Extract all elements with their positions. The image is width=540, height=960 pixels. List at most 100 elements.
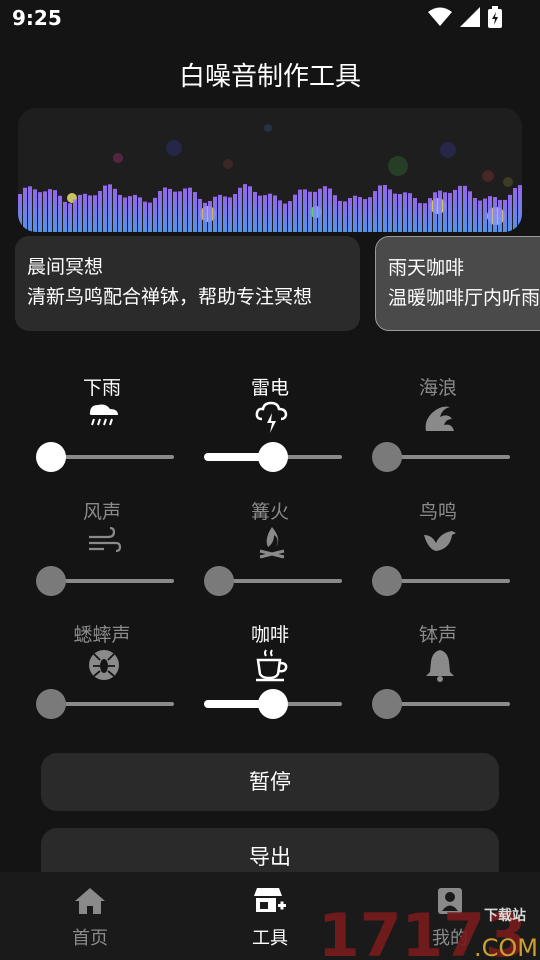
visualizer-bar <box>463 185 467 232</box>
preset-description: 清新鸟鸣配合禅钵，帮助专注冥想 <box>27 286 313 308</box>
visualizer-bar <box>148 202 152 232</box>
volume-slider[interactable] <box>36 565 174 597</box>
visualizer-bar <box>118 194 122 232</box>
slider-track <box>50 579 174 583</box>
visualizer-bar <box>183 188 187 232</box>
sound-label: 下雨 <box>82 377 121 399</box>
visualizer-bar <box>513 188 517 232</box>
pause-button[interactable]: 暂停 <box>41 753 499 811</box>
visualizer-bar <box>48 189 52 232</box>
volume-slider[interactable] <box>372 441 510 473</box>
visualizer-bar <box>308 191 312 232</box>
visualizer-bar <box>108 184 112 232</box>
wifi-icon <box>428 7 452 26</box>
slider-thumb[interactable] <box>36 566 66 596</box>
page-title: 白噪音制作工具 <box>178 62 361 92</box>
visualizer-bar <box>423 203 427 232</box>
nav-tools-label: 工具 <box>252 928 288 949</box>
slider-track <box>50 455 174 459</box>
visualizer-bar <box>373 191 377 232</box>
visualizer-bar <box>388 189 392 232</box>
visualizer-bar <box>168 188 172 232</box>
sound-tile-3: 海浪 <box>348 373 528 483</box>
nav-tools[interactable]: 工具 <box>210 886 330 950</box>
preset-card-morning-meditation[interactable]: 晨间冥想 清新鸟鸣配合禅钵，帮助专注冥想 <box>15 236 360 331</box>
visualizer-bar <box>478 200 482 232</box>
thunder-icon <box>255 401 288 433</box>
visualizer-bar <box>248 186 252 232</box>
wind-icon <box>89 526 122 553</box>
home-icon <box>75 888 105 914</box>
visualizer-bar <box>163 187 167 232</box>
visualizer-bar <box>253 191 257 232</box>
visualizer-bar <box>103 185 107 232</box>
visualizer-bar <box>188 187 192 232</box>
wave-icon <box>425 406 454 431</box>
visualizer-bar <box>213 196 217 232</box>
slider-track <box>386 579 510 583</box>
volume-slider[interactable] <box>372 565 510 597</box>
visualizer-bar <box>263 195 267 232</box>
visualizer-bar <box>53 190 57 232</box>
slider-thumb[interactable] <box>36 689 66 719</box>
visualizer-bar <box>468 191 472 232</box>
bell-icon <box>426 650 454 682</box>
visualizer-bar <box>58 195 62 232</box>
cricket-icon <box>89 650 119 680</box>
visualizer-bar <box>403 192 407 232</box>
visualizer-particle <box>440 142 456 158</box>
nav-home[interactable]: 首页 <box>30 886 150 950</box>
volume-slider[interactable] <box>204 441 342 473</box>
rain-icon <box>89 404 118 426</box>
nav-home-label: 首页 <box>72 928 108 949</box>
volume-slider[interactable] <box>204 688 342 720</box>
slider-thumb[interactable] <box>36 442 66 472</box>
visualizer-particle <box>223 159 233 169</box>
preset-description: 温暖咖啡厅内听雨 <box>388 287 540 309</box>
volume-slider[interactable] <box>372 688 510 720</box>
visualizer-particle <box>503 177 513 187</box>
visualizer-bar <box>203 202 207 232</box>
visualizer-bar <box>233 194 237 232</box>
visualizer-bar <box>508 194 512 232</box>
volume-slider[interactable] <box>36 688 174 720</box>
preset-title: 雨天咖啡 <box>388 257 465 279</box>
slider-track <box>218 579 342 583</box>
visualizer-bar <box>243 184 247 232</box>
slider-thumb[interactable] <box>372 566 402 596</box>
visualizer-bar <box>123 197 127 232</box>
visualizer-bar <box>398 194 402 232</box>
sound-tile-6: 鸟鸣 <box>348 497 528 607</box>
watermark-domain: .COM <box>474 934 538 960</box>
visualizer-bar <box>143 201 147 232</box>
visualizer-bar <box>288 201 292 232</box>
slider-thumb[interactable] <box>258 442 288 472</box>
slider-track <box>386 702 510 706</box>
volume-slider[interactable] <box>204 565 342 597</box>
visualizer-bar <box>493 197 497 232</box>
slider-thumb[interactable] <box>258 689 288 719</box>
visualizer-bar <box>78 194 82 232</box>
visualizer-bar <box>313 191 317 232</box>
visualizer-bar <box>438 190 442 232</box>
sound-tile-2: 雷电 <box>180 373 360 483</box>
visualizer-bar <box>158 190 162 232</box>
fire-icon <box>259 527 285 559</box>
slider-thumb[interactable] <box>372 442 402 472</box>
visualizer-bar <box>418 203 422 232</box>
visualizer-bar <box>98 190 102 232</box>
visualizer-bar <box>503 199 507 232</box>
sound-label: 风声 <box>82 501 121 523</box>
visualizer-bar <box>483 198 487 232</box>
slider-thumb[interactable] <box>372 689 402 719</box>
visualizer-bar <box>453 189 457 232</box>
preset-cards: 晨间冥想 清新鸟鸣配合禅钵，帮助专注冥想 雨天咖啡 温暖咖啡厅内听雨 <box>0 236 540 332</box>
preset-card-rainy-coffee[interactable]: 雨天咖啡 温暖咖啡厅内听雨 <box>375 236 540 331</box>
visualizer-bar <box>358 197 362 232</box>
visualizer-bar <box>293 194 297 232</box>
volume-slider[interactable] <box>36 441 174 473</box>
slider-thumb[interactable] <box>204 566 234 596</box>
visualizer-bar <box>153 197 157 232</box>
sound-label: 海浪 <box>418 377 457 399</box>
sound-label: 鸟鸣 <box>418 501 457 523</box>
